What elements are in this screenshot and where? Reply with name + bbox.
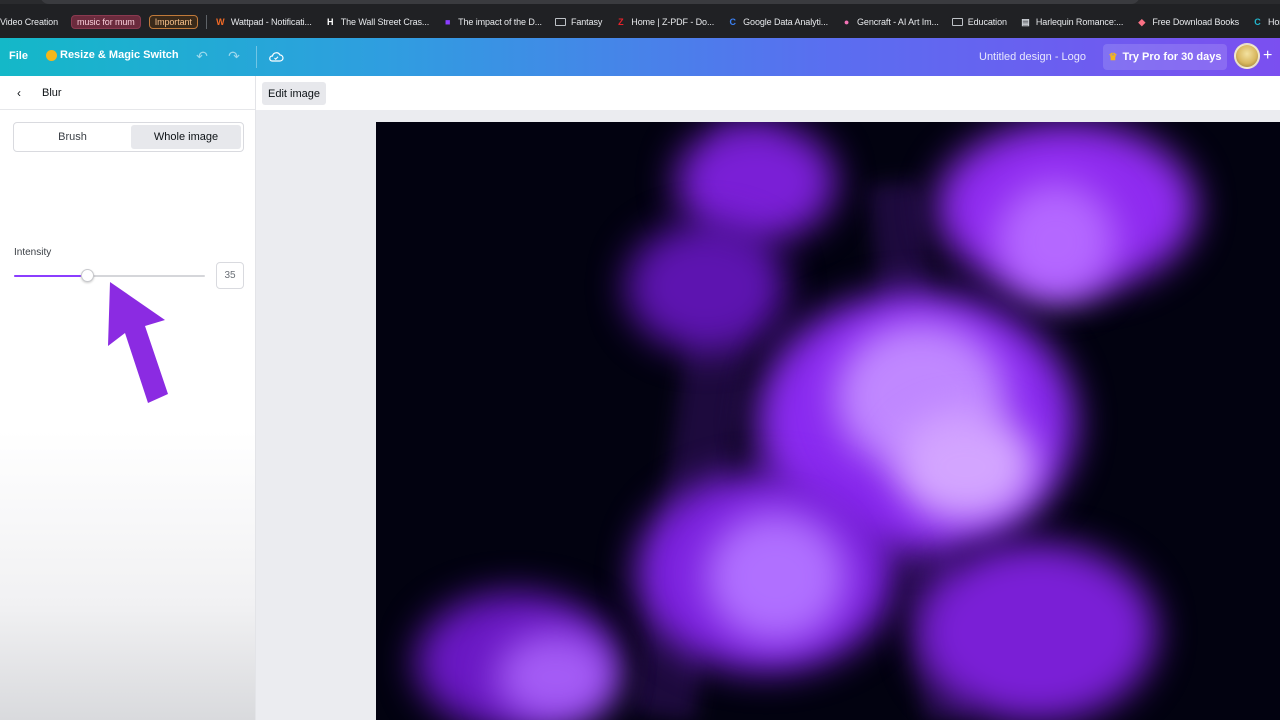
bookmark-label: Fantasy <box>570 17 603 27</box>
bookmark-item[interactable]: Z Home | Z-PDF - Do... <box>615 17 714 28</box>
redo-icon[interactable]: ↷ <box>226 48 242 64</box>
try-pro-label: Try Pro for 30 days <box>1122 51 1222 63</box>
whole-image-option[interactable]: Whole image <box>131 125 241 149</box>
design-title[interactable]: Untitled design - Logo <box>979 51 1086 63</box>
bookmark-label: Important <box>154 17 192 27</box>
bookmark-label: Harlequin Romance:... <box>1035 17 1124 27</box>
site-favicon-icon: W <box>216 16 225 27</box>
bookmark-item[interactable]: Video Creation <box>0 17 58 27</box>
site-favicon-icon: H <box>327 16 334 27</box>
header-divider <box>256 46 257 68</box>
panel-title: Blur <box>42 87 62 99</box>
image-bloom <box>996 182 1116 302</box>
try-pro-button[interactable]: ♛ Try Pro for 30 days <box>1103 44 1227 70</box>
image-bloom <box>496 632 616 720</box>
blur-mode-segmented-control: Brush Whole image <box>13 122 244 152</box>
blur-side-panel: ‹ Blur Brush Whole image Intensity 35 <box>0 76 256 720</box>
slider-thumb[interactable] <box>81 269 94 282</box>
image-bloom <box>706 512 846 642</box>
address-bar[interactable] <box>40 0 1140 4</box>
browser-bookmarks-bar: Video Creation music for mum Important W Wat… <box>0 0 1280 38</box>
image-bloom <box>626 222 786 352</box>
bookmark-separator <box>205 15 207 29</box>
bookmark-item[interactable]: ◆ Free Download Books <box>1136 17 1239 28</box>
site-favicon-icon: ■ <box>444 16 451 27</box>
folder-icon <box>554 18 566 26</box>
site-favicon-icon: C <box>729 16 736 27</box>
resize-label: Resize & Magic Switch <box>60 49 179 61</box>
bookmark-label: Video Creation <box>0 17 58 27</box>
bookmark-item[interactable]: music for mum <box>70 15 141 29</box>
bookmark-item[interactable]: ● Gencraft - AI Art Im... <box>841 17 939 28</box>
edit-image-button[interactable]: Edit image <box>262 82 326 105</box>
crown-icon: ♛ <box>1108 51 1118 63</box>
browser-address-strip <box>0 0 1280 4</box>
chevron-left-icon[interactable]: ‹ <box>17 86 21 100</box>
bookmark-item[interactable]: H The Wall Street Cras... <box>325 17 429 28</box>
bookmark-label: Google Data Analyti... <box>743 17 829 27</box>
canvas-area: Edit image <box>256 76 1280 720</box>
image-bloom <box>896 412 1036 522</box>
file-menu-button[interactable]: File <box>9 50 28 62</box>
bookmark-item[interactable]: ■ The impact of the D... <box>442 17 542 28</box>
crown-icon <box>46 49 57 61</box>
bookmark-item[interactable]: ▤ Harlequin Romance:... <box>1020 17 1123 28</box>
bookmark-item[interactable]: Important <box>148 15 198 29</box>
editor-header: File Resize & Magic Switch ↶ ↷ Untitled … <box>0 38 1280 76</box>
site-favicon-icon: C <box>1254 16 1261 27</box>
bookmark-label: The Wall Street Cras... <box>340 17 430 27</box>
user-avatar[interactable] <box>1234 43 1260 69</box>
site-favicon-icon: Z <box>618 16 624 27</box>
bookmark-label: Gencraft - AI Art Im... <box>857 17 939 27</box>
intensity-slider[interactable] <box>14 269 205 283</box>
brush-option[interactable]: Brush <box>16 125 129 149</box>
undo-icon[interactable]: ↶ <box>194 48 210 64</box>
bookmark-item[interactable]: Education <box>951 17 1007 27</box>
intensity-label: Intensity <box>14 247 52 258</box>
bookmark-label: Home | Z-PDF - Do... <box>631 17 715 27</box>
purple-pointer-arrow <box>108 282 168 403</box>
bookmark-label: Home - Canva <box>1268 17 1280 27</box>
slider-fill <box>14 275 81 277</box>
bookmark-label: Education <box>967 17 1007 27</box>
site-favicon-icon: ▤ <box>1021 16 1030 27</box>
intensity-value-input[interactable]: 35 <box>216 262 244 289</box>
add-collaborator-button[interactable]: + <box>1263 47 1272 65</box>
bookmark-item[interactable]: Fantasy <box>554 17 603 27</box>
bookmark-label: Free Download Books <box>1152 17 1239 27</box>
bookmark-label: Wattpad - Notificati... <box>230 17 312 27</box>
bookmark-label: music for mum <box>76 17 135 27</box>
resize-magic-switch-button[interactable]: Resize & Magic Switch <box>46 49 179 61</box>
bookmark-list: Video Creation music for mum Important W Wat… <box>0 13 1280 31</box>
site-favicon-icon: ● <box>843 16 850 27</box>
canvas-toolbar: Edit image <box>256 76 1280 110</box>
bookmark-label: The impact of the D... <box>458 17 542 27</box>
bookmark-item[interactable]: C Home - Canva <box>1252 17 1280 28</box>
panel-header: ‹ Blur <box>0 76 255 110</box>
folder-icon <box>951 18 963 26</box>
blurred-flower-image[interactable] <box>376 122 1280 720</box>
site-favicon-icon: ◆ <box>1138 16 1146 27</box>
image-bloom <box>916 542 1156 720</box>
bookmark-item[interactable]: C Google Data Analyti... <box>727 17 828 28</box>
cloud-sync-icon[interactable] <box>268 49 284 65</box>
bookmark-item[interactable]: W Wattpad - Notificati... <box>215 17 312 28</box>
